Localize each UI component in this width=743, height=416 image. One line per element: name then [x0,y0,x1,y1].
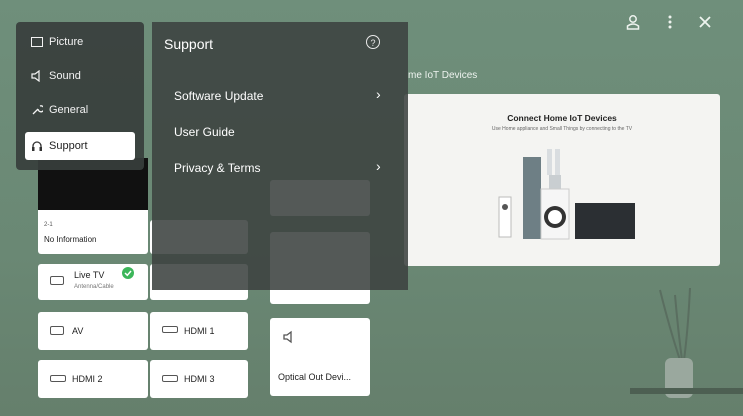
speaker-icon [31,70,40,82]
chevron-right-icon: › [376,86,381,102]
more-vertical-icon[interactable] [667,14,673,35]
av-label: AV [72,326,84,336]
iot-devices-illustration [498,149,635,240]
channel-status: No Information [44,235,97,244]
hdmi-icon [162,375,178,382]
tv-icon [50,276,64,285]
iot-connect-panel[interactable]: Connect Home IoT Devices Use Home applia… [404,94,720,266]
iot-title: Connect Home IoT Devices [507,113,617,123]
connected-check-icon [122,267,134,279]
help-icon[interactable]: ? [366,35,380,49]
hdmi2-label: HDMI 2 [72,374,103,384]
menu-item-picture[interactable]: Picture [25,28,135,56]
support-panel: Support ? Software Update › User Guide P… [152,22,408,290]
settings-menu: Picture Sound General Support [16,22,144,170]
profile-icon[interactable] [626,14,640,35]
chevron-right-icon: › [376,158,381,174]
menu-item-general[interactable]: General [25,96,135,124]
menu-item-label: General [49,104,89,116]
decor-shelf-top [630,388,743,394]
live-tv-tile[interactable]: Live TV Antenna/Cable [38,264,148,300]
support-panel-title: Support [164,36,214,52]
home-iot-section-label: me IoT Devices [408,70,478,81]
menu-item-label: Support [49,140,88,152]
hdmi3-label: HDMI 3 [184,374,215,384]
live-tv-sublabel: Antenna/Cable [74,284,114,290]
software-update-item[interactable]: Software Update [174,89,263,103]
hdmi-icon [50,375,66,382]
menu-item-sound[interactable]: Sound [25,62,135,90]
picture-icon [31,37,43,47]
current-input-card[interactable]: 2-1 No Information [38,158,148,254]
iot-subtitle: Use Home appliance and Small Things by c… [491,126,633,132]
menu-item-label: Sound [49,70,81,82]
wrench-icon [32,105,43,115]
av-tile[interactable]: AV [38,312,148,350]
menu-item-label: Picture [49,36,84,48]
decor-plant [659,287,691,361]
optical-label: Optical Out Devi... [278,372,352,382]
optical-tile[interactable]: Optical Out Devi... [270,318,370,396]
channel-number: 2-1 [44,222,53,228]
privacy-terms-item[interactable]: Privacy & Terms [174,161,260,175]
close-icon[interactable] [698,14,712,34]
hdmi-icon [162,326,178,333]
decor-shelf [630,287,743,398]
hdmi1-label: HDMI 1 [184,326,215,336]
hdmi1-tile[interactable]: HDMI 1 [150,312,248,350]
av-icon [50,326,64,335]
menu-item-support[interactable]: Support [25,132,135,160]
speaker-icon [283,330,292,344]
live-tv-label: Live TV [74,270,105,280]
headset-icon [32,141,42,151]
hdmi3-tile[interactable]: HDMI 3 [150,360,248,398]
hdmi2-tile[interactable]: HDMI 2 [38,360,148,398]
user-guide-item[interactable]: User Guide [174,125,235,139]
